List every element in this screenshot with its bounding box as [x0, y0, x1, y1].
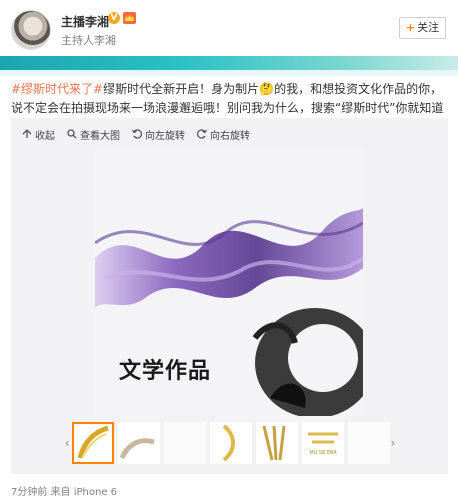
collapse-button[interactable]: 收起 [22, 125, 55, 143]
collapse-arrow-icon [22, 129, 32, 138]
thumbnail-6[interactable]: MU SE ERA [302, 422, 344, 464]
media-toolbar: 收起 查看大图 向左旋转 向右旋转 [22, 125, 250, 143]
view-large-label: 查看大图 [80, 130, 120, 142]
user-subtitle: 主持人李湘 [61, 34, 116, 47]
rotate-right-label: 向右旋转 [210, 130, 250, 142]
media-panel: 收起 查看大图 向左旋转 向右旋转 文学作品 ‹ › MU SE ERA [11, 118, 448, 474]
rotate-right-button[interactable]: 向右旋转 [197, 125, 250, 143]
post-footer: 7分钟前 来自 iPhone 6 [11, 483, 117, 498]
view-large-button[interactable]: 查看大图 [67, 125, 120, 143]
image-title-text: 文学作品 [119, 358, 212, 384]
verified-badge-icon: V [108, 12, 120, 24]
search-icon [67, 129, 77, 139]
crown-icon [123, 12, 136, 24]
topic-link[interactable]: #缪斯时代来了# [11, 82, 103, 96]
thumbnail-4[interactable] [210, 422, 252, 464]
avatar[interactable] [11, 10, 51, 50]
thumbnail-2[interactable] [118, 422, 160, 464]
user-name[interactable]: 主播李湘 [61, 13, 109, 30]
source-device[interactable]: iPhone 6 [74, 487, 117, 498]
rotate-left-icon [132, 129, 142, 139]
plus-icon: + [405, 21, 416, 34]
banner-divider [0, 70, 458, 76]
thumbnail-caption: MU SE ERA [309, 450, 337, 456]
source-prefix: 来自 [50, 487, 71, 498]
rotate-right-icon [197, 129, 207, 139]
rotate-left-label: 向左旋转 [145, 130, 185, 142]
thumbnail-5[interactable] [256, 422, 298, 464]
rotate-left-button[interactable]: 向左旋转 [132, 125, 185, 143]
profile-banner [0, 56, 458, 70]
thumbnail-3[interactable] [164, 422, 206, 464]
collapse-label: 收起 [35, 130, 55, 142]
follow-button[interactable]: + 关注 [399, 17, 446, 39]
thumbnail-1[interactable] [72, 422, 114, 464]
weibo-post-card: 主播李湘 V 主持人李湘 + 关注 #缪斯时代来了#缪斯时代全新开启！身为制片🤔的… [0, 0, 458, 499]
follow-label: 关注 [417, 21, 440, 34]
thumbnail-strip: MU SE ERA [60, 422, 399, 464]
thumbnail-7[interactable] [348, 422, 390, 464]
post-time[interactable]: 7分钟前 [11, 487, 47, 498]
main-image[interactable]: 文学作品 [95, 148, 363, 416]
